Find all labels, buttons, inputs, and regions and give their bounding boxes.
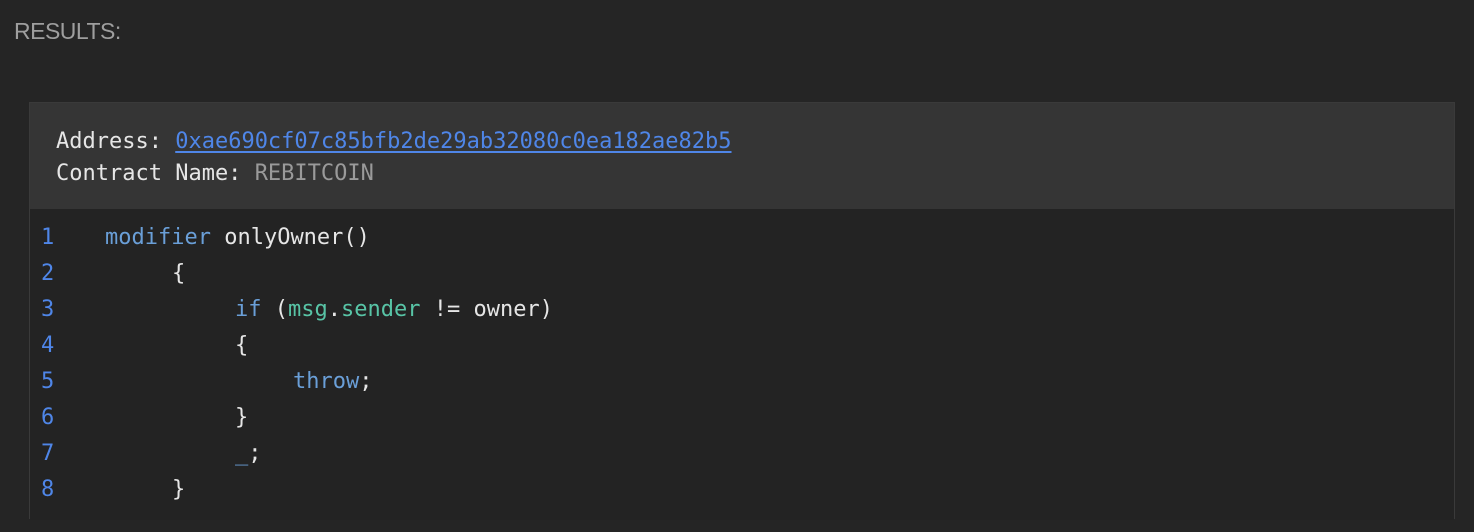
code-line: 2{ [30,256,1454,292]
line-code: { [235,328,248,364]
line-code: { [172,256,185,292]
line-number: 7 [41,441,55,466]
code-line: 6} [30,400,1454,436]
line-number: 4 [41,333,55,358]
code-token: onlyOwner() [210,225,370,250]
address-label: Address: [56,129,176,154]
contract-address-link[interactable]: 0xae690cf07c85bfb2de29ab32080c0ea182ae82… [175,129,731,154]
code-viewer: 1 modifier onlyOwner() 2{3 if (msg.sender !… [30,209,1454,520]
code-token: { [235,333,249,358]
code-token: _ [235,441,249,466]
line-number: 2 [41,261,55,286]
code-token: msg [288,297,328,322]
line-code: } [235,400,248,436]
code-token: throw [293,369,360,394]
code-token: sender [341,297,421,322]
results-heading: RESULTS: [14,18,121,44]
code-token: != owner) [420,297,553,322]
line-number: 6 [41,405,55,430]
contract-name-label: Contract Name: [56,161,255,186]
line-code: _; [235,436,262,472]
line-code: if (msg.sender != owner) [235,292,553,328]
line-number: 8 [41,477,55,502]
code-token: ( [261,297,288,322]
line-number: 5 [41,369,55,394]
code-token: . [327,297,341,322]
code-line: 7 _; [30,436,1454,472]
line-code: throw; [293,364,372,400]
line-code: modifier onlyOwner() [105,220,370,256]
code-line: 3 if (msg.sender != owner) [30,292,1454,328]
line-number: 3 [41,297,55,322]
contract-info-header: Address: 0xae690cf07c85bfb2de29ab32080c0… [30,103,1454,209]
code-token: modifier [105,225,211,250]
code-token: ; [359,369,373,394]
code-line: 8} [30,472,1454,508]
code-line: 5 throw; [30,364,1454,400]
line-number: 1 [41,225,55,250]
code-token: } [172,477,186,502]
code-line: 1 modifier onlyOwner() [30,220,1454,256]
code-line: 4{ [30,328,1454,364]
address-row: Address: 0xae690cf07c85bfb2de29ab32080c0… [56,126,732,158]
code-token: if [235,297,262,322]
result-card: Address: 0xae690cf07c85bfb2de29ab32080c0… [29,102,1455,520]
contract-name-value: REBITCOIN [254,161,374,186]
code-token: } [235,405,249,430]
code-token: ; [248,441,262,466]
line-code: } [172,472,185,508]
code-token: { [172,261,186,286]
contract-name-row: Contract Name: REBITCOIN [56,158,374,190]
